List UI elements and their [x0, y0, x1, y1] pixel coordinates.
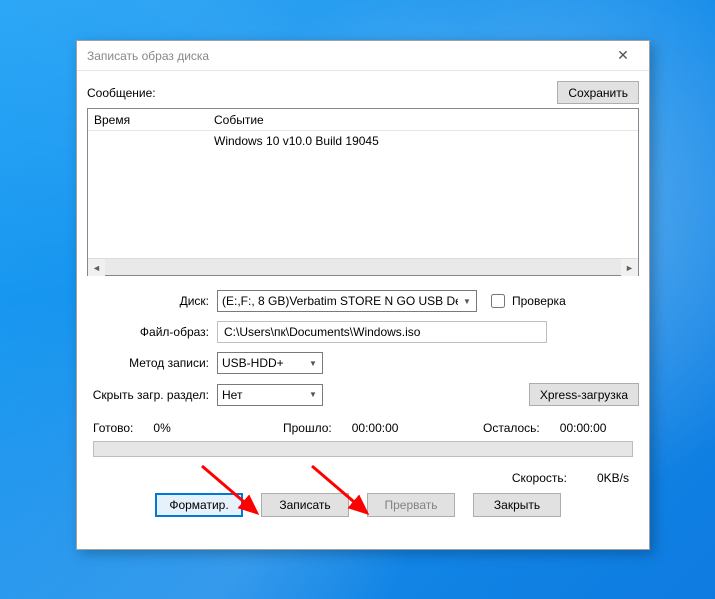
disk-select[interactable] — [217, 290, 477, 312]
ready-label: Готово: — [93, 421, 133, 435]
write-button[interactable]: Записать — [261, 493, 349, 517]
log-cell-event: Windows 10 v10.0 Build 19045 — [208, 134, 638, 148]
xpress-boot-button[interactable]: Xpress-загрузка — [529, 383, 639, 406]
hide-partition-select[interactable] — [217, 384, 323, 406]
elapsed-label: Прошло: — [283, 421, 332, 435]
progress-bar — [93, 441, 633, 457]
write-method-select[interactable] — [217, 352, 323, 374]
message-label: Сообщение: — [87, 86, 557, 100]
scroll-right-button[interactable]: ► — [621, 259, 638, 276]
speed-label: Скорость: — [512, 471, 567, 485]
scroll-left-button[interactable]: ◄ — [88, 259, 105, 276]
file-path-field[interactable] — [217, 321, 547, 343]
burn-image-dialog: Записать образ диска ✕ Сообщение: Сохран… — [76, 40, 650, 550]
format-button[interactable]: Форматир. — [155, 493, 243, 517]
method-label: Метод записи: — [87, 356, 217, 370]
verify-checkbox-label: Проверка — [512, 294, 566, 308]
abort-button: Прервать — [367, 493, 455, 517]
verify-checkbox-input[interactable] — [491, 294, 505, 308]
log-header: Время Событие — [88, 109, 638, 131]
log-listview[interactable]: Время Событие Windows 10 v10.0 Build 190… — [87, 108, 639, 276]
elapsed-value: 00:00:00 — [352, 421, 399, 435]
log-col-event[interactable]: Событие — [208, 113, 638, 127]
remaining-value: 00:00:00 — [560, 421, 607, 435]
scroll-track[interactable] — [105, 259, 621, 275]
close-button[interactable]: Закрыть — [473, 493, 561, 517]
save-button[interactable]: Сохранить — [557, 81, 639, 104]
close-icon[interactable]: ✕ — [603, 44, 643, 68]
hide-partition-label: Скрыть загр. раздел: — [87, 388, 217, 402]
remaining-label: Осталось: — [483, 421, 540, 435]
ready-value: 0% — [153, 421, 170, 435]
horizontal-scrollbar[interactable]: ◄ ► — [88, 258, 638, 275]
speed-value: 0KB/s — [597, 471, 629, 485]
log-col-time[interactable]: Время — [88, 113, 208, 127]
file-label: Файл-образ: — [87, 325, 217, 339]
disk-label: Диск: — [87, 294, 217, 308]
titlebar: Записать образ диска ✕ — [77, 41, 649, 71]
log-row[interactable]: Windows 10 v10.0 Build 19045 — [88, 131, 638, 151]
verify-checkbox[interactable]: Проверка — [487, 291, 566, 311]
window-title: Записать образ диска — [87, 49, 603, 63]
